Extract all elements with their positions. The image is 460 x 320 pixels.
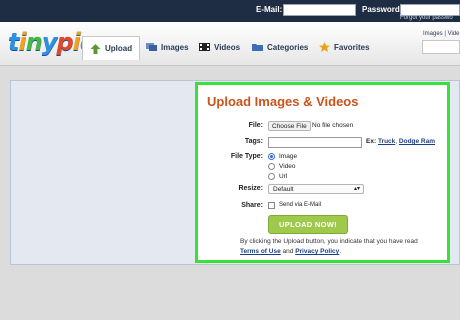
tab-images[interactable]: Images — [139, 36, 196, 58]
example-link-truck[interactable]: Truck — [378, 138, 395, 145]
disclaimer-period: . — [339, 248, 342, 255]
example-link-dodge-ram[interactable]: Dodge Ram — [399, 138, 435, 145]
tab-categories-label: Categories — [267, 42, 309, 52]
email-field[interactable] — [283, 4, 356, 16]
tags-example: Ex: Truck, Dodge Ram — [366, 138, 435, 145]
file-type-label: File Type: — [230, 153, 263, 160]
tinypic-logo[interactable]: tinypic — [8, 28, 94, 56]
folder-icon — [252, 44, 263, 51]
example-separator: , — [395, 138, 398, 145]
share-label: Share: — [241, 202, 263, 209]
up-arrow-icon — [90, 43, 101, 54]
tab-images-label: Images — [161, 42, 189, 52]
terms-of-use-link[interactable]: Terms of Use — [240, 248, 281, 255]
tab-upload[interactable]: Upload — [82, 36, 141, 60]
star-icon — [319, 42, 330, 52]
email-label: E-Mail: — [256, 5, 283, 14]
tab-favorites[interactable]: Favorites — [312, 36, 377, 58]
radio-video[interactable] — [268, 163, 275, 170]
tab-favorites-label: Favorites — [334, 42, 370, 52]
tab-videos-label: Videos — [214, 42, 241, 52]
radio-url-label: Url — [279, 173, 288, 180]
radio-url[interactable] — [268, 173, 275, 180]
tags-input[interactable] — [268, 137, 362, 148]
terms-disclaimer: By clicking the Upload button, you indic… — [240, 237, 450, 257]
privacy-policy-link[interactable]: Privacy Policy — [295, 248, 339, 255]
forgot-password-link[interactable]: Forgot your passwo — [400, 15, 453, 21]
top-login-bar: E-Mail: Password: Forgot your passwo — [0, 0, 460, 22]
resize-select[interactable]: Default ▴▾ — [268, 184, 364, 194]
radio-image-label: Image — [279, 153, 298, 160]
radio-video-label: Video — [279, 163, 296, 170]
disclaimer-text: By clicking the Upload button, you indic… — [240, 238, 418, 245]
chevron-down-icon: ▴▾ — [353, 186, 360, 192]
no-file-text: No file chosen — [312, 122, 354, 129]
password-label: Password: — [362, 5, 403, 14]
upload-now-button[interactable]: UPLOAD NOW! — [268, 215, 348, 234]
page-title: Upload Images & Videos — [207, 94, 359, 109]
upload-panel: Upload Images & Videos File: Choose File… — [195, 82, 450, 263]
resize-label: Resize: — [238, 185, 263, 192]
share-email-label: Send via E-Mail — [279, 202, 322, 208]
example-prefix: Ex: — [366, 138, 377, 145]
resize-selected-value: Default — [273, 186, 294, 193]
tab-upload-label: Upload — [105, 44, 133, 53]
media-type-links[interactable]: Images | Vide — [423, 31, 459, 37]
and-text: and — [282, 248, 294, 255]
images-icon — [146, 43, 157, 51]
tab-categories[interactable]: Categories — [245, 36, 315, 58]
tags-label: Tags: — [244, 138, 263, 145]
radio-image[interactable] — [268, 153, 275, 160]
site-header: tinypic Upload Images Videos Categories … — [0, 22, 460, 66]
choose-file-button[interactable]: Choose File — [268, 121, 311, 131]
tab-videos[interactable]: Videos — [192, 36, 247, 58]
film-icon — [199, 43, 210, 51]
search-box[interactable] — [422, 40, 460, 54]
share-email-checkbox[interactable] — [268, 202, 275, 209]
file-label: File: — [248, 122, 263, 129]
